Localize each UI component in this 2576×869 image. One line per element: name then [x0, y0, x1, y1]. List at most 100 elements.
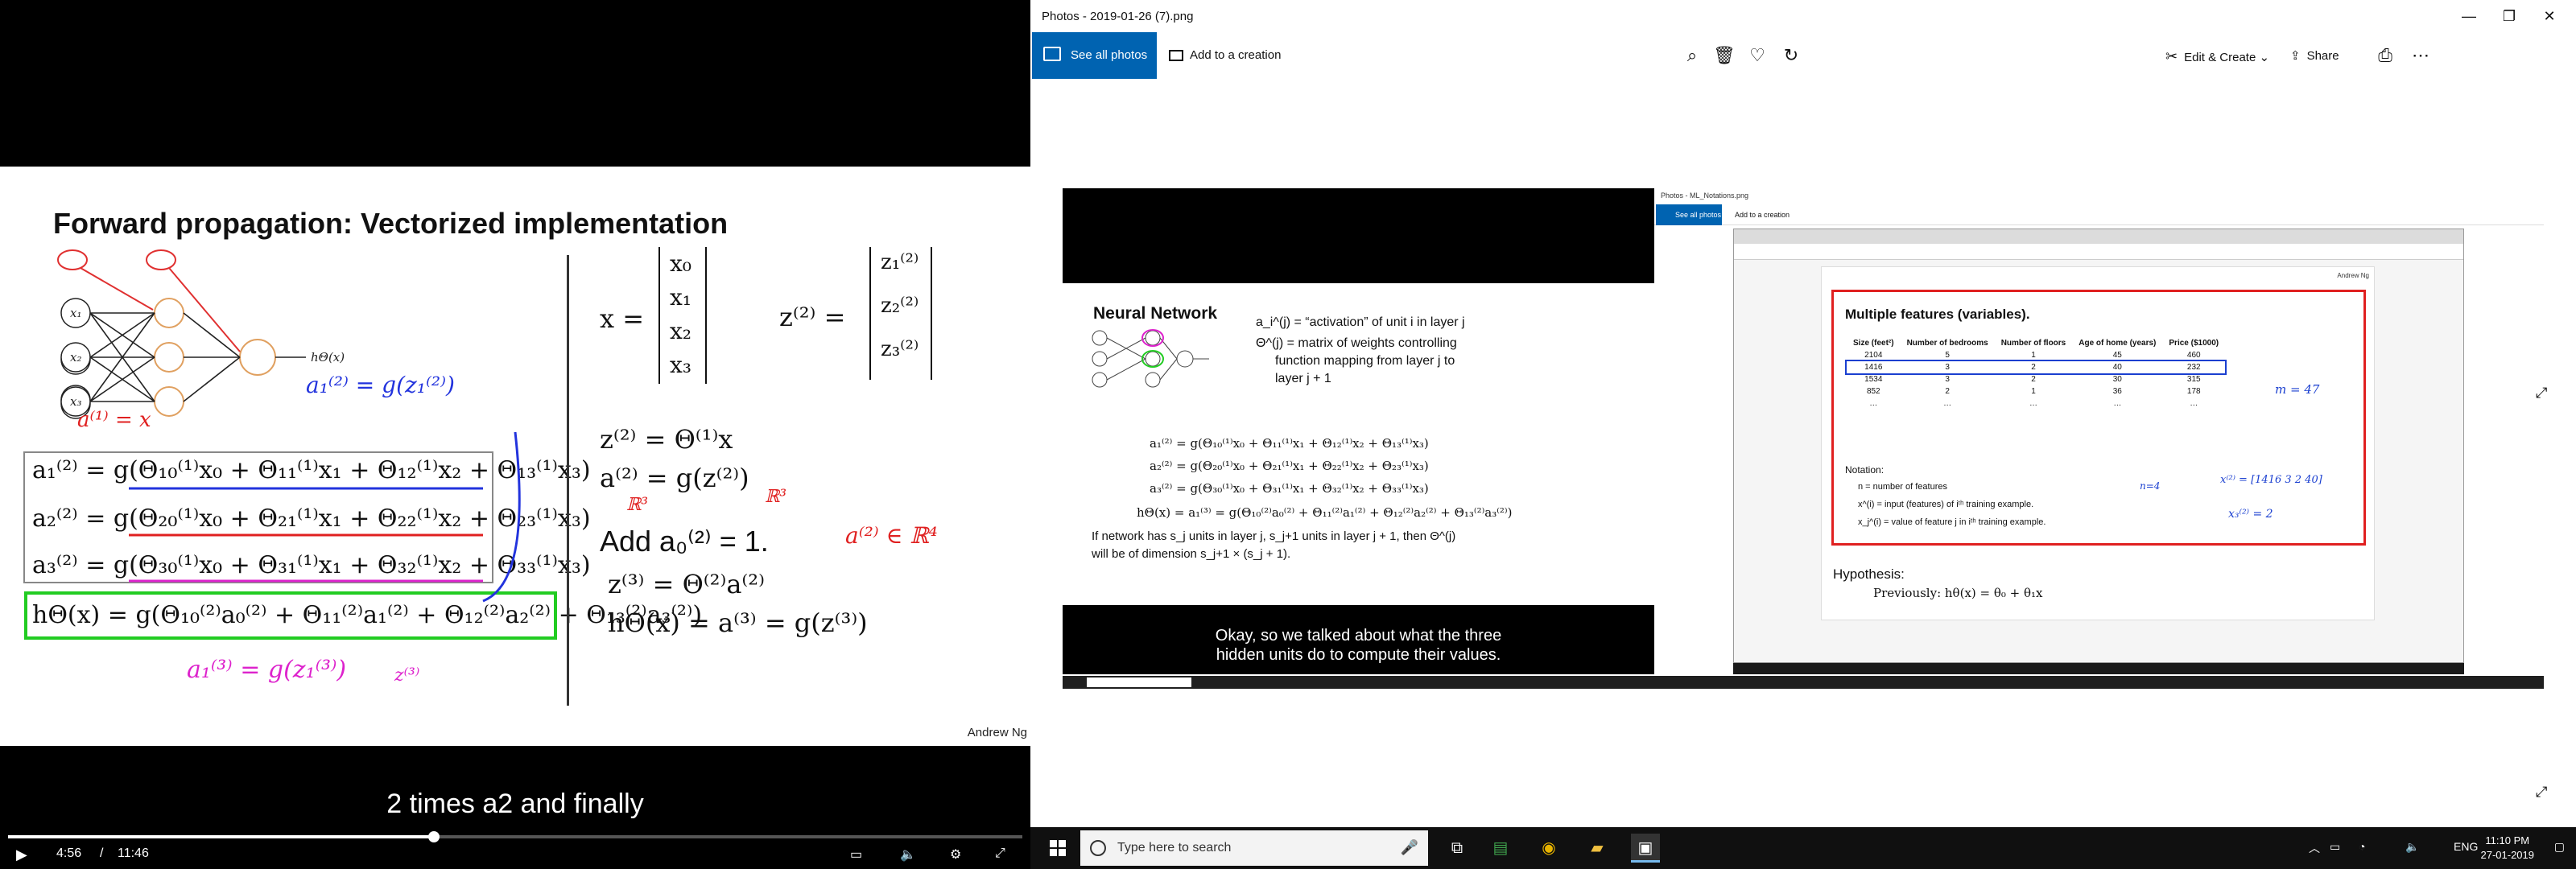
chrome-icon[interactable]: ◉ — [1534, 834, 1563, 863]
cell: 852 — [1866, 387, 1880, 396]
taskbar-clock[interactable]: 11:10 PM 27-01-2019 — [2481, 834, 2535, 863]
inner-subtitle: Okay, so we talked about what the three … — [1063, 605, 1654, 674]
progress-knob[interactable] — [428, 831, 440, 842]
share-button[interactable]: ⇪ Share — [2290, 48, 2339, 63]
window-title: Photos - 2019-01-26 (7).png — [1042, 10, 1194, 23]
rotate-icon[interactable]: ↻ — [1779, 43, 1803, 68]
z-vec-0: z₁⁽²⁾ — [881, 250, 919, 274]
inner-eq-1: a₁⁽²⁾ = g(Θ₁₀⁽¹⁾x₀ + Θ₁₁⁽¹⁾x₁ + Θ₁₂⁽¹⁾x₂… — [1150, 436, 1429, 451]
zoom-in-icon[interactable]: ⌕ — [1680, 43, 1704, 68]
z-vec-2: z₃⁽²⁾ — [881, 337, 919, 361]
photos-icon[interactable]: ▣ — [1631, 834, 1660, 863]
inner-add-creation: Add to a creation — [1735, 211, 1790, 219]
pdf-highlight-box: Multiple features (variables). Size (fee… — [1831, 290, 2366, 546]
activation-def: a_i^(j) = “activation” of unit i in laye… — [1256, 315, 1465, 329]
table-header-row: Size (feet²) Number of bedrooms Number o… — [1847, 337, 2225, 349]
fullscreen-icon[interactable]: ⤢ — [995, 846, 1005, 861]
expand-icon[interactable]: ⤢ — [2536, 385, 2547, 402]
eq-a2-vec: a⁽²⁾ = g(z⁽²⁾) — [600, 463, 749, 493]
inner-browser: Andrew Ng Multiple features (variables).… — [1733, 229, 2464, 663]
col-age: Age of home (years) — [2079, 339, 2157, 348]
notifications-icon[interactable]: ▢ — [2554, 840, 2565, 854]
nn-title: Neural Network — [1093, 304, 1218, 323]
cell: 36 — [2112, 387, 2122, 396]
inner-window: Photos - ML_Notations.png See all photos… — [1654, 188, 2544, 674]
table-row: 2104 5 1 45 460 — [1847, 349, 2225, 361]
slide-divider — [567, 255, 569, 706]
displayed-image: Neural Network a_i^(j) = “activation” of… — [1063, 188, 2544, 689]
notation-title: Notation: — [1845, 464, 1885, 476]
close-icon[interactable]: ✕ — [2531, 5, 2568, 27]
captions-icon[interactable]: ▭ — [850, 846, 862, 863]
volume-icon[interactable]: 🔈 — [900, 846, 916, 863]
play-icon[interactable]: ▶ — [16, 846, 27, 863]
creation-icon — [1169, 50, 1183, 62]
excel-icon[interactable]: ▤ — [1486, 834, 1515, 863]
cortana-icon — [1090, 840, 1106, 856]
inner-window-title: Photos - ML_Notations.png — [1661, 192, 1749, 200]
tray-chevron-icon[interactable]: ︿ — [2309, 840, 2320, 856]
col-floors: Number of floors — [2000, 339, 2066, 348]
see-all-photos-button[interactable]: See all photos — [1032, 32, 1157, 79]
language-indicator[interactable]: ENG — [2454, 840, 2478, 853]
progress-bar[interactable] — [8, 831, 1022, 842]
cell: 45 — [2112, 351, 2122, 360]
task-view-icon[interactable]: ⧉ — [1443, 834, 1472, 863]
inner-video-top — [1063, 188, 1654, 283]
x-vector: x₀ x₁ x₂ x₃ — [658, 247, 707, 384]
taskbar-search[interactable]: Type here to search 🎤 — [1080, 830, 1428, 866]
print-icon[interactable]: ⎙ — [2373, 43, 2397, 68]
network-icon[interactable]: ◔ — [2359, 840, 2365, 853]
cell: 3 — [1945, 363, 1950, 372]
cell: … — [1869, 399, 1878, 408]
x-vec-2: x₂ — [670, 318, 692, 344]
delete-icon[interactable]: 🗑 — [1712, 43, 1736, 68]
volume-icon[interactable]: 🔈 — [2405, 840, 2419, 854]
x-vec-3: x₃ — [670, 352, 692, 378]
windows-taskbar: Type here to search 🎤 ⧉ ▤ ◉ ▰ ▣ ︿ ▭ ◔ 🔈 … — [1030, 827, 2576, 869]
edit-create-label: Edit & Create — [2184, 51, 2256, 64]
inner-neural-network-slide: Neural Network a_i^(j) = “activation” of… — [1063, 283, 1654, 605]
time-total: 11:46 — [118, 846, 149, 860]
inner-taskbar — [1733, 663, 2464, 674]
minimize-icon[interactable]: — — [2450, 5, 2487, 27]
microphone-icon[interactable]: 🎤 — [1401, 839, 1418, 856]
x-lhs: x = — [600, 303, 645, 334]
battery-icon[interactable]: ▭ — [2330, 840, 2340, 854]
windows-start-icon[interactable] — [1050, 840, 1066, 856]
add-to-creation-button[interactable]: Add to a creation — [1169, 48, 1281, 62]
ink-vector: x⁽²⁾ = [1416 3 2 40] — [2220, 474, 2322, 486]
cell: 460 — [2186, 351, 2201, 360]
ink-n: n=4 — [2140, 480, 2161, 492]
lecture-slide: Forward propagation: Vectorized implemen… — [0, 167, 1030, 746]
table-row: …………… — [1847, 397, 2225, 410]
video-player[interactable]: Forward propagation: Vectorized implemen… — [0, 0, 1030, 869]
eq-z3: z⁽³⁾ = Θ⁽²⁾a⁽²⁾ — [608, 569, 765, 599]
pdf-previously: Previously: hθ(x) = θ₀ + θ₁x — [1873, 586, 2043, 600]
inner-see-all: See all photos — [1656, 204, 1722, 225]
heart-icon[interactable]: ♡ — [1745, 43, 1769, 68]
more-icon[interactable]: ⋯ — [2409, 43, 2433, 68]
ink-x32: x₃⁽²⁾ = 2 — [2228, 508, 2273, 521]
progress-fill — [8, 835, 435, 838]
nn-mini-diagram — [1092, 329, 1209, 388]
settings-icon[interactable]: ⚙ — [950, 846, 961, 863]
cell: 1 — [2031, 387, 2036, 396]
share-label: Share — [2306, 49, 2339, 63]
eq-add-bias: Add a₀⁽²⁾ = 1. — [600, 525, 769, 558]
theta-def-3: layer j + 1 — [1275, 372, 1331, 385]
maximize-icon[interactable]: ❐ — [2491, 5, 2528, 27]
photos-icon — [1043, 47, 1061, 61]
z-vector: z₁⁽²⁾ z₂⁽²⁾ z₃⁽²⁾ — [869, 247, 932, 380]
photo-canvas[interactable]: Neural Network a_i^(j) = “activation” of… — [1030, 79, 2576, 827]
edit-create-button[interactable]: ✂ Edit & Create ⌄ — [2165, 48, 2269, 65]
cell: 1416 — [1864, 363, 1883, 372]
fullscreen-icon[interactable]: ⤢ — [2536, 784, 2547, 801]
inner-eq-3: a₃⁽²⁾ = g(Θ₃₀⁽¹⁾x₀ + Θ₃₁⁽¹⁾x₁ + Θ₃₂⁽¹⁾x₂… — [1150, 481, 1429, 496]
z-vec-1: z₂⁽²⁾ — [881, 294, 919, 318]
title-bar: Photos - 2019-01-26 (7).png — ❐ ✕ — [1030, 0, 2576, 32]
inner-photos-window: Photos - ML_Notations.png See all photos… — [1654, 188, 2544, 674]
file-explorer-icon[interactable]: ▰ — [1583, 834, 1612, 863]
table-row: 1416 3 2 40 232 — [1844, 360, 2227, 375]
x-vec-1: x₁ — [670, 284, 692, 311]
